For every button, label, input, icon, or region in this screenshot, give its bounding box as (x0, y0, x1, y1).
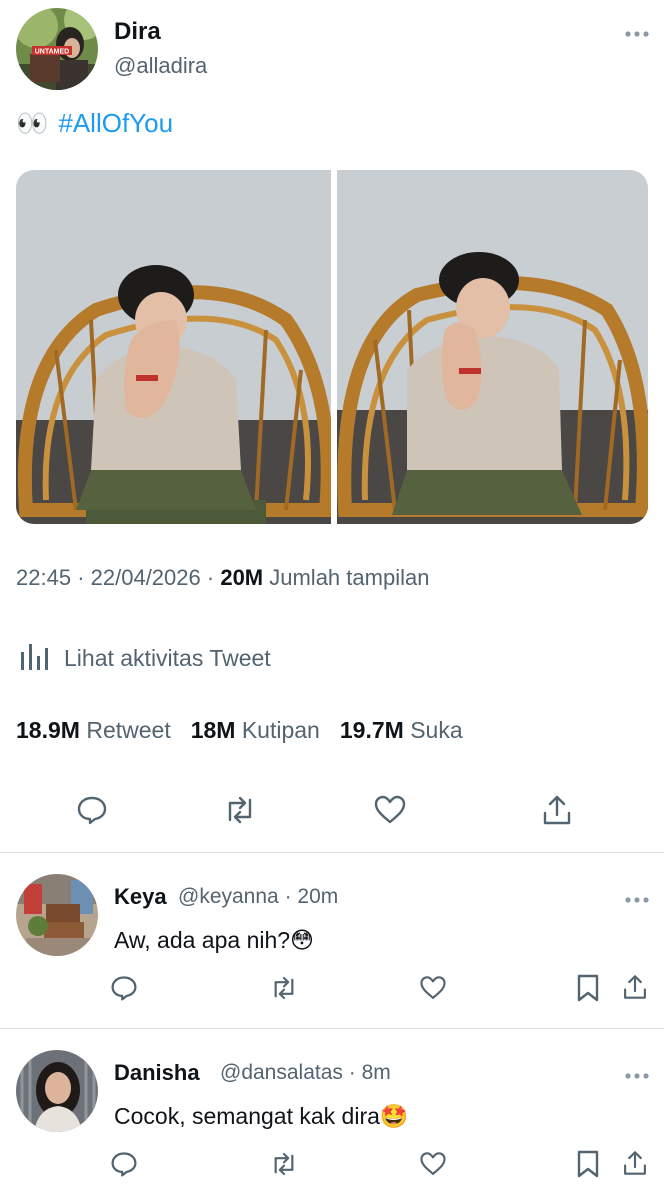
bookmark-icon (577, 974, 599, 1002)
share-button[interactable] (537, 792, 577, 828)
meta-separator: · (77, 565, 91, 590)
retweet-stat[interactable]: 18.9M Retweet (16, 717, 171, 744)
retweet-button[interactable] (266, 972, 302, 1004)
heart-icon (374, 795, 406, 824)
reply-avatar[interactable] (16, 1050, 98, 1132)
reply-meta: @keyanna · 20m (178, 885, 338, 909)
like-button[interactable] (415, 972, 451, 1004)
photo-left[interactable] (16, 170, 331, 524)
heart-icon (420, 976, 446, 999)
author-handle[interactable]: @alladira (114, 53, 207, 79)
like-button[interactable] (370, 792, 410, 828)
tweet-time[interactable]: 22:45 (16, 565, 71, 590)
reply-text: Cocok, semangat kak dira🤩 (114, 1103, 409, 1129)
reply-handle[interactable]: @dansalatas (220, 1061, 343, 1084)
more-dots-icon[interactable] (624, 1064, 650, 1085)
more-dots-icon[interactable] (624, 888, 650, 909)
reply-meta: @dansalatas · 8m (220, 1061, 391, 1085)
photo-right[interactable] (337, 170, 648, 524)
author-name[interactable]: Dira (114, 18, 161, 46)
speech-bubble-icon (111, 976, 137, 1001)
reply-author-name[interactable]: Keya (114, 884, 167, 910)
quote-stat[interactable]: 18M Kutipan (191, 717, 320, 744)
views-label: Jumlah tampilan (269, 565, 430, 590)
reply-button[interactable] (106, 972, 142, 1004)
tweet-media (16, 170, 648, 524)
like-button[interactable] (415, 1148, 451, 1180)
retweet-button[interactable] (266, 1148, 302, 1180)
divider (0, 1028, 664, 1029)
heart-icon (420, 1152, 446, 1175)
speech-bubble-icon (77, 796, 107, 825)
share-upload-icon (624, 975, 646, 999)
reply-handle[interactable]: @keyanna (178, 885, 279, 908)
speech-bubble-icon (111, 1152, 137, 1177)
more-dots-icon[interactable] (624, 22, 650, 43)
tweet-date[interactable]: 22/04/2026 (91, 565, 201, 590)
meta-separator: · (284, 885, 298, 908)
author-avatar[interactable]: UNTAMED (16, 8, 98, 90)
eyes-emoji: 👀 (16, 108, 49, 138)
reply-time[interactable]: 8m (362, 1061, 391, 1084)
avatar-badge-text: UNTAMED (35, 49, 69, 56)
retweet-arrows-icon (274, 976, 294, 1000)
reply-avatar[interactable] (16, 874, 98, 956)
reply-author-name[interactable]: Danisha (114, 1060, 200, 1086)
bookmark-button[interactable] (572, 1148, 604, 1180)
bookmark-icon (577, 1150, 599, 1178)
reply-text: Aw, ada apa nih?😳 (114, 927, 315, 953)
tweet-stats: 18.9M Retweet 18M Kutipan 19.7M Suka (16, 717, 463, 744)
hashtag-link[interactable]: #AllOfYou (58, 108, 173, 139)
share-upload-icon (543, 795, 571, 825)
reply-button[interactable] (72, 792, 112, 828)
tweet-activity-link[interactable]: Lihat aktivitas Tweet (20, 640, 271, 676)
views-count: 20M (220, 565, 264, 590)
reply-button[interactable] (106, 1148, 142, 1180)
divider (0, 852, 664, 853)
activity-label: Lihat aktivitas Tweet (64, 644, 271, 671)
retweet-arrows-icon (228, 796, 252, 824)
share-button[interactable] (618, 970, 652, 1004)
bar-chart-icon (20, 640, 52, 676)
meta-separator: · (206, 565, 221, 590)
share-upload-icon (624, 1151, 646, 1175)
retweet-button[interactable] (220, 792, 260, 828)
reply-time[interactable]: 20m (297, 885, 338, 908)
retweet-arrows-icon (274, 1152, 294, 1176)
like-stat[interactable]: 19.7M Suka (340, 717, 463, 744)
bookmark-button[interactable] (572, 972, 604, 1004)
tweet-meta: 22:45 · 22/04/2026 · 20M Jumlah tampilan (16, 565, 429, 591)
meta-separator: · (348, 1061, 362, 1084)
tweet-text: 👀 #AllOfYou (16, 108, 173, 139)
share-button[interactable] (618, 1146, 652, 1180)
